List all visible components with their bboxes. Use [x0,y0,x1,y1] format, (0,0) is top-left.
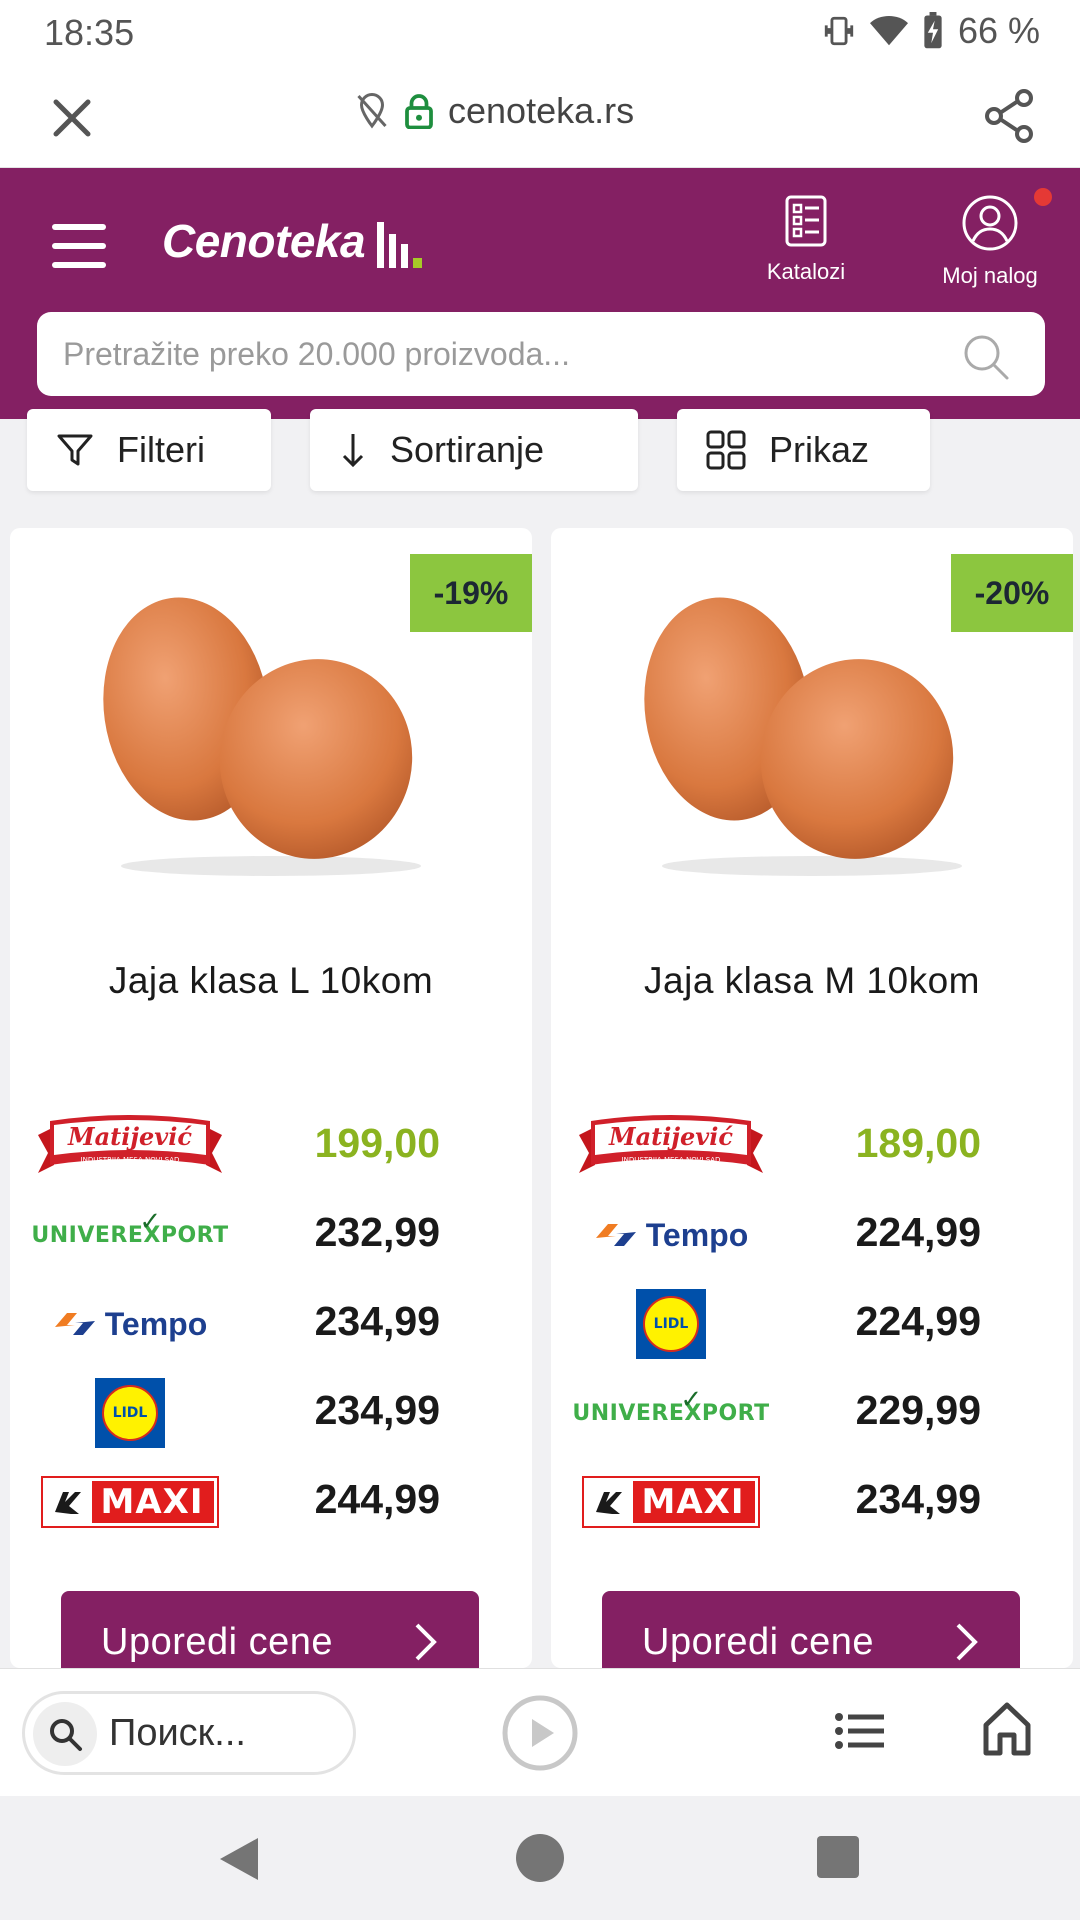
svg-text:INDUSTRIJA MESA NOVI SAD: INDUSTRIJA MESA NOVI SAD [81,1156,180,1164]
tracking-off-icon[interactable] [354,91,390,131]
katalozi-button[interactable]: Katalozi [756,194,856,285]
moj-nalog-button[interactable]: Moj nalog [920,194,1060,289]
system-navigation-bar [0,1796,1080,1920]
price: 232,99 [314,1209,440,1255]
sort-icon [342,434,364,468]
grid-view-icon [706,430,746,470]
product-name[interactable]: Jaja klasa M 10kom [551,960,1073,1002]
filter-icon [57,434,93,466]
prikaz-label: Prikaz [769,429,870,470]
offer-row[interactable]: LIDL 224,99 [551,1284,1073,1373]
user-account-icon [962,195,1018,251]
lock-icon [405,94,433,129]
hamburger-menu-icon[interactable] [52,224,106,268]
brown-eggs-image[interactable] [627,574,997,884]
price: 244,99 [314,1476,440,1522]
filteri-button[interactable]: Filteri [27,409,271,491]
compare-prices-button[interactable]: Uporedi cene [602,1591,1020,1668]
back-icon[interactable] [218,1836,260,1882]
product-card[interactable]: -20% Jaja klasa M 10kom Matijević INDUSTR… [551,528,1073,1668]
offer-row[interactable]: UNIVEREXPORT ✓ 232,99 [10,1195,532,1284]
site-header: Cenoteka Katalozi Moj nalog Pretražite p… [0,168,1080,419]
offer-row[interactable]: Tempo 234,99 [10,1284,532,1373]
moj-nalog-label: Moj nalog [942,263,1038,288]
vibrate-icon [824,16,854,46]
browser-bottom-bar: Поиск... [0,1668,1080,1796]
product-card[interactable]: -19% Jaja klasa L 10kom Matijević INDUSTR… [10,528,532,1668]
address-bar[interactable]: cenoteka.rs [354,90,634,132]
prikaz-button[interactable]: Prikaz [677,409,930,491]
home-icon[interactable] [982,1701,1032,1757]
status-time: 18:35 [44,12,135,53]
compare-prices-button[interactable]: Uporedi cene [61,1591,479,1668]
matijevic-logo: Matijević INDUSTRIJA MESA NOVI SAD [571,1106,771,1186]
compare-prices-label: Uporedi cene [642,1621,875,1663]
status-icons: 66 % [822,10,1040,52]
lidl-logo: LIDL [571,1284,771,1364]
brown-eggs-image[interactable] [86,574,456,884]
offer-row[interactable]: Matijević INDUSTRIJA MESA NOVI SAD 199,00 [10,1106,532,1195]
filteri-label: Filteri [117,429,205,470]
chevron-right-icon [415,1623,437,1661]
catalog-icon [785,195,827,247]
offer-row[interactable]: Matijević INDUSTRIJA MESA NOVI SAD 189,00 [551,1106,1073,1195]
maxi-logo: MAXI [571,1462,771,1542]
bottom-search-placeholder: Поиск... [109,1712,246,1754]
list-menu-icon[interactable] [834,1709,886,1753]
matijevic-logo: Matijević INDUSTRIJA MESA NOVI SAD [30,1106,230,1186]
svg-text:Matijević: Matijević [608,1122,733,1151]
univerexport-logo: UNIVEREXPORT ✓ [572,1384,770,1426]
search-icon[interactable] [961,332,1011,382]
notification-badge [1034,188,1052,206]
compare-prices-label: Uporedi cene [101,1621,334,1663]
price: 234,99 [314,1298,440,1344]
search-icon [33,1702,97,1766]
sortiranje-button[interactable]: Sortiranje [310,409,638,491]
price: 234,99 [314,1387,440,1433]
tempo-logo: Tempo [571,1195,771,1275]
search-input[interactable]: Pretražite preko 20.000 proizvoda... [37,312,1045,396]
cenoteka-logo[interactable]: Cenoteka [162,214,423,268]
offer-row[interactable]: MAXI 234,99 [551,1462,1073,1551]
play-icon[interactable] [500,1693,580,1773]
price: 189,00 [855,1120,981,1166]
search-placeholder: Pretražite preko 20.000 proizvoda... [63,336,570,372]
offer-row[interactable]: MAXI 244,99 [10,1462,532,1551]
price-list: Matijević INDUSTRIJA MESA NOVI SAD 199,00… [10,1106,532,1551]
battery-percent: 66 % [957,10,1040,51]
recent-apps-icon[interactable] [817,1836,859,1878]
bottom-search-input[interactable]: Поиск... [22,1691,356,1775]
offer-row[interactable]: LIDL 234,99 [10,1373,532,1462]
product-name[interactable]: Jaja klasa L 10kom [10,960,532,1002]
sortiranje-label: Sortiranje [390,429,545,470]
lidl-logo: LIDL [30,1373,230,1453]
price: 224,99 [855,1298,981,1344]
univerexport-logo: UNIVEREXPORT ✓ [31,1206,229,1248]
status-bar: 18:35 66 % [0,0,1080,66]
offer-row[interactable]: Tempo 224,99 [551,1195,1073,1284]
wifi-icon [869,15,908,46]
price: 229,99 [855,1387,981,1433]
share-icon[interactable] [980,86,1040,146]
offer-row[interactable]: UNIVEREXPORT ✓ 229,99 [551,1373,1073,1462]
close-icon[interactable] [44,90,100,146]
logo-mark-icon [377,222,423,268]
price: 224,99 [855,1209,981,1255]
url-text: cenoteka.rs [448,90,635,131]
filter-toolbar: Filteri Sortiranje Prikaz [0,409,1080,493]
katalozi-label: Katalozi [766,259,846,284]
home-circle-icon[interactable] [516,1834,564,1882]
chevron-right-icon [956,1623,978,1661]
svg-text:Matijević: Matijević [67,1122,192,1151]
price: 199,00 [314,1120,440,1166]
svg-text:INDUSTRIJA MESA NOVI SAD: INDUSTRIJA MESA NOVI SAD [622,1156,721,1164]
battery-charging-icon [924,12,942,49]
browser-bar: cenoteka.rs [0,66,1080,168]
price: 234,99 [855,1476,981,1522]
tempo-logo: Tempo [30,1284,230,1364]
maxi-logo: MAXI [30,1462,230,1542]
logo-text: Cenoteka [162,215,366,267]
price-list: Matijević INDUSTRIJA MESA NOVI SAD 189,00… [551,1106,1073,1551]
